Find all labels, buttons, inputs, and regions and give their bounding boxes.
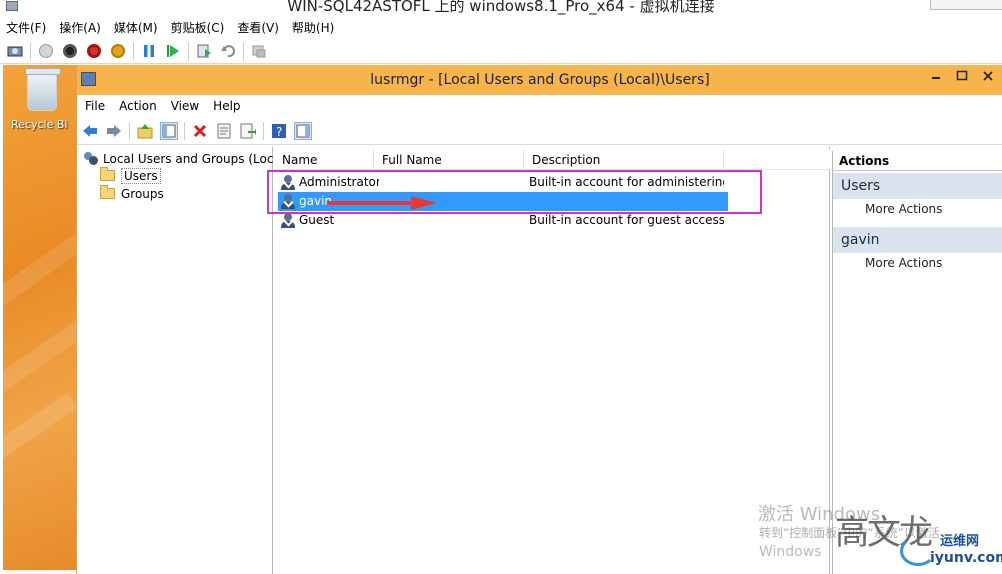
tree-users-label: Users [121, 167, 161, 184]
more-actions-users[interactable]: More Actions [865, 200, 942, 218]
wallpaper-stripe [3, 232, 76, 316]
activation-watermark-windows: Windows [759, 544, 822, 560]
vm-menubar: 文件(F) 操作(A) 媒体(M) 剪贴板(C) 查看(V) 帮助(H) [0, 16, 1002, 38]
vm-menu-view[interactable]: 查看(V) [237, 19, 279, 36]
user-account-icon [280, 213, 296, 228]
mmc-title-bar: lusrmgr - [Local Users and Groups (Local… [77, 65, 1002, 95]
vm-menu-help[interactable]: 帮助(H) [292, 19, 334, 36]
vm-menu-clipboard[interactable]: 剪贴板(C) [171, 19, 225, 36]
close-icon[interactable] [981, 69, 995, 83]
column-header-name[interactable]: Name [274, 150, 374, 170]
host-window-controls[interactable] [930, 0, 1002, 10]
show-hide-action-pane-icon[interactable] [294, 121, 312, 140]
show-hide-console-tree-icon[interactable] [160, 121, 178, 140]
wallpaper-stripe [3, 392, 76, 476]
column-header-description[interactable]: Description [524, 150, 724, 170]
actions-group-users[interactable]: Users [833, 173, 1002, 199]
export-list-icon[interactable] [239, 122, 257, 140]
tree-item-groups[interactable]: Groups [100, 185, 164, 202]
list-header: Name Full Name Description [274, 150, 830, 170]
delete-icon[interactable] [191, 122, 209, 140]
toolbar-separator [243, 41, 244, 60]
toolbar-separator [188, 41, 189, 60]
toolbar-separator [30, 41, 31, 60]
menu-view[interactable]: View [171, 99, 199, 113]
checkpoint-icon[interactable] [195, 42, 213, 60]
tree-item-users[interactable]: Users [100, 167, 161, 184]
ctrl-alt-del-icon[interactable] [6, 42, 24, 60]
more-actions-gavin[interactable]: More Actions [865, 254, 942, 272]
enhanced-session-icon[interactable] [250, 42, 268, 60]
save-state-icon[interactable] [109, 42, 127, 60]
site-logo-url: iyunv.com [930, 550, 1002, 566]
help-icon[interactable]: ? [270, 122, 288, 140]
actions-group-gavin[interactable]: gavin [833, 227, 1002, 253]
vm-menu-action[interactable]: 操作(A) [59, 19, 101, 36]
site-logo-name: 运维网 [940, 534, 980, 549]
toolbar-separator [263, 121, 264, 140]
minimize-icon[interactable] [929, 69, 943, 83]
recycle-bin-label: Recycle Bi [11, 118, 68, 131]
tree-item-root[interactable]: Local Users and Groups (Local) [83, 150, 289, 167]
up-one-level-icon[interactable] [136, 122, 154, 140]
maximize-icon[interactable] [955, 69, 969, 83]
menu-help[interactable]: Help [213, 99, 240, 113]
guest-desktop: Recycle Bi [3, 65, 76, 570]
recycle-bin[interactable]: Recycle Bi [7, 68, 76, 131]
back-arrow-icon[interactable] [81, 122, 99, 140]
svg-text:?: ? [276, 125, 282, 139]
console-tree: Local Users and Groups (Local) Users Gro… [77, 147, 289, 574]
users-groups-icon [83, 151, 99, 166]
column-header-full-name[interactable]: Full Name [374, 150, 524, 170]
mmc-toolbar: ? [77, 117, 1002, 145]
resume-icon[interactable] [164, 42, 182, 60]
folder-icon [100, 185, 115, 199]
toolbar-separator [133, 41, 134, 60]
wallpaper-stripe [3, 312, 76, 396]
toolbar-separator [129, 121, 130, 140]
revert-icon[interactable] [219, 42, 237, 60]
mmc-menubar: File Action View Help [77, 95, 1002, 117]
mmc-window-title: lusrmgr - [Local Users and Groups (Local… [370, 72, 710, 88]
tree-root-label: Local Users and Groups (Local) [103, 151, 289, 166]
folder-icon [100, 167, 115, 181]
vm-menu-media[interactable]: 媒体(M) [114, 19, 158, 36]
lusrmgr-window: lusrmgr - [Local Users and Groups (Local… [76, 65, 1002, 574]
tree-groups-label: Groups [121, 186, 164, 201]
shut-down-icon[interactable] [85, 42, 103, 60]
menu-file[interactable]: File [85, 99, 105, 113]
pause-icon[interactable] [140, 42, 158, 60]
actions-header: Actions [833, 151, 1002, 171]
vm-toolbar [0, 38, 1002, 64]
site-logo: 运维网 iyunv.com [900, 530, 1002, 572]
start-icon[interactable] [37, 42, 55, 60]
forward-arrow-icon[interactable] [105, 122, 123, 140]
recycle-bin-icon [25, 68, 61, 111]
vm-menu-file[interactable]: 文件(F) [6, 19, 46, 36]
annotation-arrow-icon [327, 196, 437, 210]
properties-icon[interactable] [215, 122, 233, 140]
turn-off-icon[interactable] [61, 42, 79, 60]
menu-action[interactable]: Action [119, 99, 157, 113]
toolbar-separator [184, 121, 185, 140]
vm-window-title: WIN-SQL42ASTOFL 上的 windows8.1_Pro_x64 - … [287, 0, 715, 15]
vm-title-bar: WIN-SQL42ASTOFL 上的 windows8.1_Pro_x64 - … [0, 0, 1002, 16]
